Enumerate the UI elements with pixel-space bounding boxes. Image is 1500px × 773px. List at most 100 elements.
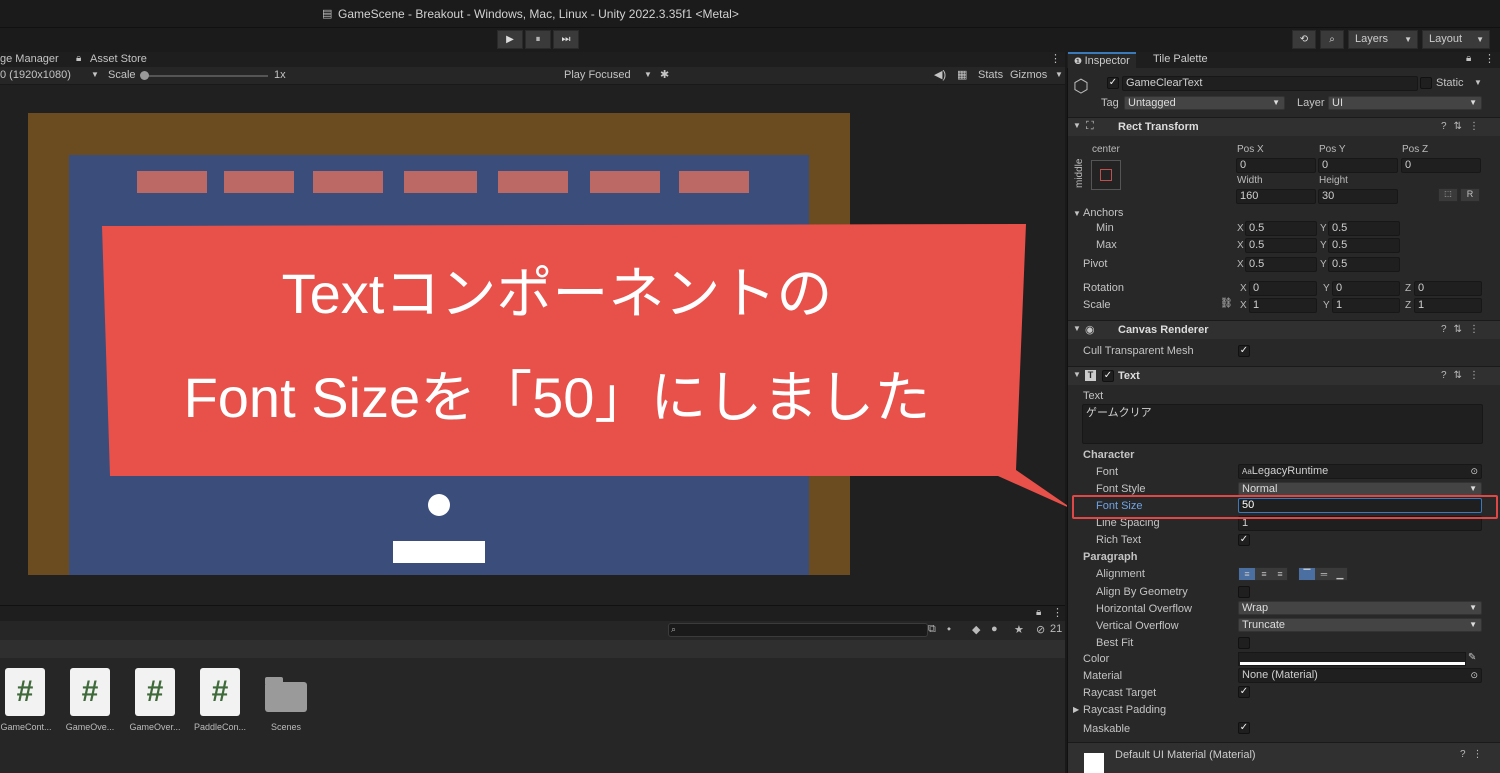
vertical-overflow-dropdown[interactable]: Truncate ▼ [1238, 618, 1482, 632]
pivot-y-label: Y [1320, 259, 1327, 270]
chevron-down-icon: ▼ [1469, 620, 1477, 629]
align-center-icon[interactable]: ≡ [1256, 568, 1272, 580]
scale-x-field[interactable]: 1 [1249, 298, 1317, 313]
csharp-script-icon[interactable]: # [5, 668, 51, 716]
search-by-type-icon[interactable]: ⧉ [928, 623, 936, 636]
width-field[interactable]: 160 [1236, 189, 1316, 204]
max-x-label: X [1237, 240, 1244, 251]
color-field[interactable] [1238, 652, 1466, 666]
cull-transparent-mesh-checkbox[interactable]: ✓ [1238, 345, 1250, 357]
canvas-renderer-header[interactable]: ▼ ◉ Canvas Renderer ?⇅⋮ [1068, 320, 1500, 339]
foldout-arrow-icon[interactable]: ▼ [1073, 209, 1081, 218]
active-checkbox[interactable]: ✓ [1107, 77, 1119, 89]
material-field[interactable]: None (Material) ⊙ [1238, 668, 1482, 683]
link-icon[interactable]: ⛓ [1220, 298, 1233, 309]
project-tabs: 🔒︎ ⋮ [0, 605, 1065, 621]
anchor-preset-button[interactable] [1091, 160, 1121, 190]
tag-icon[interactable]: ◆ [972, 623, 980, 636]
layer-dropdown[interactable]: UI ▼ [1328, 96, 1482, 110]
lock-icon[interactable]: 🔒︎ [1466, 53, 1471, 64]
text-value-area[interactable]: ゲームクリア [1082, 404, 1483, 444]
align-top-icon[interactable]: ▔ [1299, 568, 1315, 580]
scale-z-field[interactable]: 1 [1414, 298, 1482, 313]
rotation-z-field[interactable]: 0 [1414, 281, 1482, 296]
rect-transform-title: Rect Transform [1118, 121, 1199, 133]
more-menu-icon[interactable]: ⋮ [1052, 606, 1063, 619]
rich-text-checkbox[interactable]: ✓ [1238, 534, 1250, 546]
foldout-arrow-icon[interactable]: ▼ [1073, 370, 1081, 379]
eyedropper-icon[interactable]: ✎ [1468, 652, 1476, 663]
search-by-label-icon[interactable]: ⬩ [947, 623, 951, 636]
font-field[interactable]: AaLegacyRuntime ⊙ [1238, 464, 1482, 479]
anchor-vertical-label: middle [1074, 158, 1085, 188]
rect-transform-header[interactable]: ▼ ⛶ Rect Transform ?⇅⋮ [1068, 117, 1500, 136]
foldout-arrow-icon[interactable]: ▶ [1073, 705, 1079, 714]
asset-label: GameOve... [65, 722, 115, 732]
text-component-header[interactable]: ▼ T ✓ Text ?⇅⋮ [1068, 366, 1500, 385]
anchor-min-x-field[interactable]: 0.5 [1245, 221, 1317, 236]
foldout-arrow-icon[interactable]: ▼ [1073, 324, 1081, 333]
foldout-arrow-icon[interactable]: ▼ [1073, 121, 1081, 130]
project-search-input[interactable]: ⌕ [668, 623, 928, 637]
rich-text-label: Rich Text [1096, 534, 1142, 546]
anchor-min-y-field[interactable]: 0.5 [1328, 221, 1400, 236]
align-middle-icon[interactable]: ═ [1316, 568, 1332, 580]
csharp-script-icon[interactable]: # [70, 668, 116, 716]
tab-tile-palette[interactable]: Tile Palette [1147, 52, 1214, 68]
material-preview-header[interactable]: Default UI Material (Material) ?⋮ [1068, 742, 1500, 773]
blueprint-mode-button[interactable]: ⬚ [1438, 188, 1458, 202]
folder-icon[interactable] [265, 677, 307, 712]
vertical-overflow-label: Vertical Overflow [1096, 620, 1179, 632]
object-picker-icon[interactable]: ⊙ [1470, 465, 1478, 478]
csharp-script-icon[interactable]: # [135, 668, 181, 716]
rotation-x-field[interactable]: 0 [1249, 281, 1317, 296]
component-menu-icons[interactable]: ?⇅⋮ [1441, 370, 1486, 381]
chevron-down-icon: ▼ [1469, 603, 1477, 612]
rect-transform-icon: ⛶ [1086, 120, 1094, 132]
more-menu-icon[interactable]: ⋮ [1484, 52, 1495, 65]
component-menu-icons[interactable]: ?⇅⋮ [1441, 121, 1486, 132]
object-name-field[interactable]: GameClearText [1122, 76, 1418, 91]
text-enabled-checkbox[interactable]: ✓ [1102, 370, 1114, 382]
pos-y-field[interactable]: 0 [1318, 158, 1398, 173]
hidden-packages-icon[interactable]: ⊘ [1036, 623, 1045, 636]
best-fit-checkbox[interactable] [1238, 637, 1250, 649]
anchor-max-x-field[interactable]: 0.5 [1245, 238, 1317, 253]
raycast-padding-label: Raycast Padding [1083, 704, 1167, 716]
rotation-y-field[interactable]: 0 [1332, 281, 1400, 296]
align-bottom-icon[interactable]: ▁ [1332, 568, 1348, 580]
raycast-target-checkbox[interactable]: ✓ [1238, 686, 1250, 698]
pos-x-field[interactable]: 0 [1236, 158, 1316, 173]
info-icon[interactable]: ● [991, 623, 998, 635]
asset-label: Scenes [270, 722, 302, 732]
static-checkbox[interactable] [1420, 77, 1432, 89]
maskable-checkbox[interactable]: ✓ [1238, 722, 1250, 734]
component-menu-icons[interactable]: ?⇅⋮ [1441, 324, 1486, 335]
tag-dropdown[interactable]: Untagged ▼ [1124, 96, 1285, 110]
height-field[interactable]: 30 [1318, 189, 1398, 204]
text-component-icon: T [1085, 370, 1096, 381]
raw-edit-button[interactable]: R [1460, 188, 1480, 202]
chevron-down-icon: ▼ [1272, 98, 1280, 107]
pivot-y-field[interactable]: 0.5 [1328, 257, 1400, 272]
csharp-script-icon[interactable]: # [200, 668, 246, 716]
align-right-icon[interactable]: ≡ [1272, 568, 1288, 580]
pos-z-field[interactable]: 0 [1401, 158, 1481, 173]
chevron-down-icon[interactable]: ▼ [1474, 78, 1482, 87]
tab-inspector[interactable]: ❶ Inspector [1068, 52, 1136, 68]
callout-text-line1: Textコンポーネントの [281, 262, 833, 325]
anchors-label: Anchors [1083, 207, 1124, 219]
object-picker-icon[interactable]: ⊙ [1470, 669, 1478, 682]
component-menu-icons[interactable]: ?⋮ [1460, 749, 1490, 760]
pivot-x-field[interactable]: 0.5 [1245, 257, 1317, 272]
star-icon[interactable]: ★ [1014, 623, 1024, 636]
align-by-geometry-checkbox[interactable] [1238, 586, 1250, 598]
font-style-dropdown[interactable]: Normal ▼ [1238, 482, 1482, 496]
anchor-max-y-field[interactable]: 0.5 [1328, 238, 1400, 253]
lock-icon[interactable]: 🔒︎ [1036, 607, 1041, 618]
scale-y-field[interactable]: 1 [1332, 298, 1400, 313]
align-left-icon[interactable]: ≡ [1239, 568, 1255, 580]
anchor-preset-icon [1100, 169, 1112, 181]
anchor-horizontal-label: center [1092, 144, 1120, 155]
horizontal-overflow-dropdown[interactable]: Wrap ▼ [1238, 601, 1482, 615]
